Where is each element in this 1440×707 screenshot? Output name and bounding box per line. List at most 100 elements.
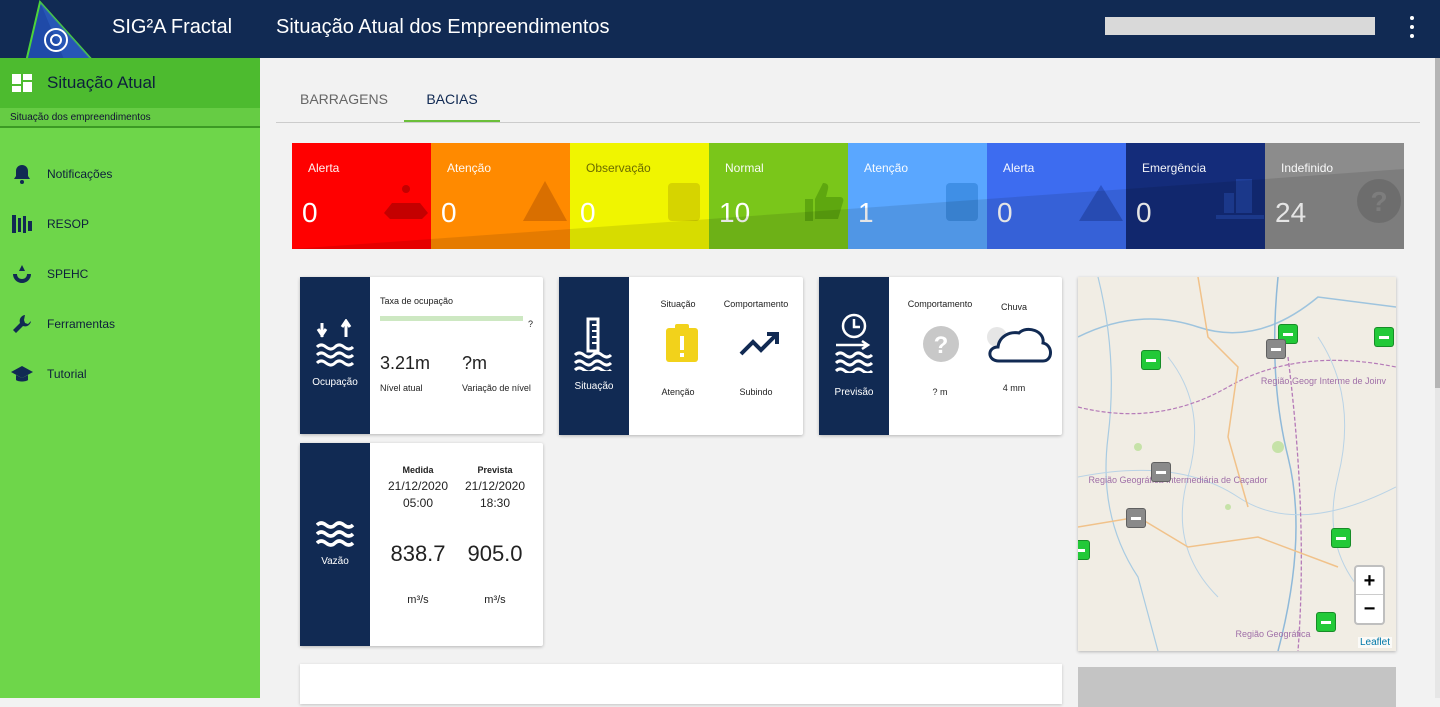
warning-icon: [523, 181, 567, 221]
exclamation-clipboard-icon: [946, 183, 978, 221]
status-count: 0: [997, 197, 1013, 228]
map-attribution-link[interactable]: Leaflet: [1357, 637, 1392, 648]
map-region-label: Região Geogr Interme de Joinv: [1261, 376, 1387, 386]
chuva-value: 4 mm: [1002, 383, 1026, 393]
exclamation-clipboard-icon: [666, 324, 698, 362]
bottom-panel: [300, 664, 1062, 704]
status-label: Atenção: [447, 161, 492, 175]
map-marker-undefined[interactable]: [1151, 462, 1171, 482]
medida-unit: m³/s: [407, 594, 429, 606]
map-marker-normal[interactable]: [1331, 528, 1351, 548]
status-count: 24: [1275, 197, 1307, 228]
status-summary: Alerta 0 Atenção 0 Observação 0 Normal 1…: [292, 143, 1404, 249]
status-alerta-dam[interactable]: Alerta 0: [292, 143, 431, 249]
comportamento-value: Subindo: [739, 387, 773, 397]
sidebar: Situação Atual Situação dos empreendimen…: [0, 58, 260, 698]
status-atencao-dam[interactable]: Atenção 0: [431, 143, 570, 249]
main-content: BARRAGENS BACIAS Alerta 0 Atenção 0 Obse…: [260, 58, 1435, 707]
page-scrollbar[interactable]: [1435, 58, 1440, 698]
status-label: Observação: [586, 161, 651, 175]
comportamento-value: ? m: [932, 387, 948, 397]
card-ocupacao: Ocupação Taxa de ocupação ? 3.21m ?m Nív…: [300, 277, 543, 434]
more-menu-icon[interactable]: [1400, 14, 1424, 40]
status-count: 0: [1136, 197, 1152, 228]
sidebar-item-resop[interactable]: RESOP: [0, 205, 260, 245]
status-label: Emergência: [1142, 161, 1207, 175]
resop-icon: [12, 215, 32, 233]
variacao-value: ?m: [462, 353, 488, 373]
clock-water-icon: [835, 313, 874, 373]
nivel-label: Nível atual: [380, 383, 423, 393]
rate-label: Taxa de ocupação: [380, 296, 454, 306]
status-observacao[interactable]: Observação 0: [570, 143, 709, 249]
rate-progress-bar: [380, 316, 523, 321]
dam-alert-icon: [384, 185, 428, 219]
status-label: Atenção: [864, 161, 909, 175]
prevista-date: 21/12/2020: [464, 479, 526, 493]
water-gauge-icon: [574, 317, 613, 371]
status-emergencia[interactable]: Emergência 0: [1126, 143, 1265, 249]
card-previsao: Previsão Comportamento Chuva ? ? m 4 mm: [819, 277, 1062, 435]
zoom-in-button[interactable]: +: [1356, 567, 1383, 595]
status-count: 10: [719, 197, 751, 228]
map-marker-undefined[interactable]: [1126, 508, 1146, 528]
sidebar-item-tutorial[interactable]: Tutorial: [0, 355, 260, 395]
map-marker-normal[interactable]: [1316, 612, 1336, 632]
cloud-icon: [987, 327, 1052, 363]
status-count: 0: [441, 197, 457, 228]
sidebar-item-label: RESOP: [47, 217, 90, 231]
wrench-icon: [13, 315, 31, 333]
active-tab-indicator: [404, 120, 500, 122]
sidebar-subheader: Situação dos empreendimentos: [0, 108, 260, 128]
svg-text:?: ?: [1370, 186, 1387, 217]
map-marker-normal[interactable]: [1141, 350, 1161, 370]
situacao-value: Atenção: [661, 387, 695, 397]
card-label: Previsão: [834, 387, 874, 398]
map-marker-undefined[interactable]: [1266, 339, 1286, 359]
flooded-city-icon: [1216, 179, 1264, 219]
sidebar-item-situacao-atual[interactable]: Situação Atual: [0, 58, 260, 108]
medida-date: 21/12/2020: [387, 479, 449, 493]
bottom-right-panel: [1078, 667, 1396, 707]
status-normal[interactable]: Normal 10: [709, 143, 848, 249]
app-logo-icon[interactable]: [22, 0, 98, 66]
svg-text:?: ?: [934, 332, 949, 359]
card-ocupacao-side: Ocupação: [300, 277, 370, 434]
card-vazao: Vazão Medida 21/12/2020 05:00 838.7 m³/s…: [300, 443, 543, 646]
status-alerta-bacia[interactable]: Alerta 0: [987, 143, 1126, 249]
sidebar-item-notificacoes[interactable]: Notificações: [0, 155, 260, 195]
tab-barragens[interactable]: BARRAGENS: [300, 91, 388, 107]
warning-icon: [1079, 185, 1123, 221]
map-region-label: Região Geográfica Intermediária de Caçad…: [1088, 475, 1267, 485]
sidebar-item-ferramentas[interactable]: Ferramentas: [0, 305, 260, 345]
card-label: Vazão: [321, 556, 349, 567]
medida-value: 838.7: [390, 541, 446, 566]
water-level-icon: [316, 319, 354, 367]
question-icon: ?: [923, 326, 959, 362]
status-label: Alerta: [308, 161, 340, 175]
status-indefinido[interactable]: ? Indefinido 24: [1265, 143, 1404, 249]
status-label: Alerta: [1003, 161, 1035, 175]
card-previsao-side: Previsão: [819, 277, 889, 435]
map-marker-normal[interactable]: [1078, 540, 1090, 560]
tab-bacias[interactable]: BACIAS: [404, 91, 500, 107]
map-view[interactable]: Região Geogr Interme de Joinv Região Geo…: [1078, 277, 1396, 651]
waves-icon: [316, 521, 355, 547]
trending-up-icon: [739, 332, 779, 356]
zoom-out-button[interactable]: −: [1356, 595, 1383, 623]
exclamation-clipboard-icon: [668, 183, 700, 221]
status-atencao-bacia[interactable]: Atenção 1: [848, 143, 987, 249]
card-label: Situação: [574, 381, 614, 392]
situacao-header: Situação: [660, 299, 696, 309]
map-marker-normal[interactable]: [1374, 327, 1394, 347]
medida-header: Medida: [402, 465, 434, 475]
sidebar-item-spehc[interactable]: SPEHC: [0, 255, 260, 295]
sidebar-item-label: SPEHC: [47, 267, 89, 281]
scrollbar-thumb[interactable]: [1435, 58, 1440, 388]
card-vazao-side: Vazão: [300, 443, 370, 646]
top-search-input[interactable]: [1105, 17, 1375, 35]
map-tiles: Região Geogr Interme de Joinv Região Geo…: [1078, 277, 1396, 651]
sidebar-item-label: Notificações: [47, 167, 113, 181]
prevista-header: Prevista: [477, 465, 513, 475]
map-zoom-control: + −: [1354, 565, 1385, 625]
